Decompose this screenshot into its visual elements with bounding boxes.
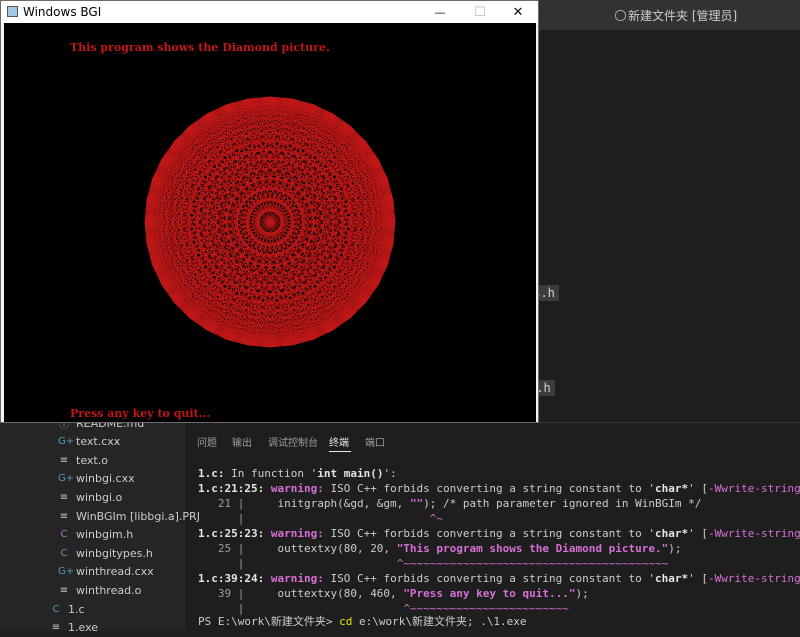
explorer-item[interactable]: ≡ winthread.o (58, 581, 142, 599)
explorer-item[interactable]: C 1.c (50, 600, 85, 618)
explorer-item-label: winbgitypes.h (76, 546, 153, 560)
cpp-icon: G+ (58, 473, 75, 485)
tab-debug-console[interactable]: 调试控制台 (268, 434, 318, 449)
terminal-prompt-line[interactable]: PS E:\work\新建文件夹> cd e:\work\新建文件夹; .\1.… (198, 614, 527, 629)
explorer-item-label: winbgim.h (76, 528, 134, 542)
terminal-warning-line: 1.c:39:24: warning: ISO C++ forbids conv… (198, 572, 800, 585)
maximize-button[interactable]: ☐ (460, 1, 500, 23)
explorer-item[interactable]: Cwinbgim.h (58, 526, 134, 544)
explorer-item-label: 1.exe (68, 621, 99, 635)
window-title: Windows BGI (23, 5, 102, 19)
bgi-titlebar[interactable]: Windows BGI — ☐ ✕ (1, 1, 538, 23)
folder-icon (615, 10, 626, 21)
explorer-item[interactable]: G+ winthread.cxx (58, 563, 154, 581)
terminal-underline-line: | ^~ (198, 512, 444, 525)
cpp-icon: G+ (58, 436, 75, 448)
tab-terminal[interactable]: 终端 (329, 434, 349, 449)
maximize-icon: ☐ (474, 4, 486, 20)
explorer-item-label: text.o (76, 453, 108, 467)
terminal-warning-line: 1.c:21:25: warning: ISO C++ forbids conv… (198, 482, 800, 495)
diamond-figure (144, 96, 396, 348)
lines-icon: ≡ (59, 454, 69, 466)
c-header-icon: C (60, 529, 68, 541)
close-button[interactable]: ✕ (498, 1, 538, 23)
vscode-window-title: 新建文件夹 [管理员] (615, 7, 737, 24)
c-file-icon: C (52, 603, 60, 615)
terminal-code-line: 25 | outtextxy(80, 20, "This program sho… (198, 542, 682, 555)
explorer-item[interactable]: ≡ text.o (58, 451, 108, 469)
terminal-code-line: 39 | outtextxy(80, 460, "Press any key t… (198, 587, 589, 600)
active-tab-indicator (329, 451, 351, 452)
explorer-item[interactable]: Cwinbgitypes.h (58, 544, 153, 562)
lines-icon: ≡ (51, 622, 61, 634)
bgi-window: Windows BGI — ☐ ✕ This program shows the… (0, 0, 539, 423)
c-header-icon: C (60, 547, 68, 559)
bgi-graphics-canvas[interactable]: This program shows the Diamond picture. … (4, 23, 536, 422)
diamond-lines (144, 96, 396, 348)
minimize-button[interactable]: — (420, 1, 460, 23)
terminal-code-line: 21 | initgraph(&gd, &gm, ""); /* path pa… (198, 497, 702, 510)
cpp-icon: G+ (58, 566, 75, 578)
explorer-item[interactable]: G+ text.cxx (58, 433, 120, 451)
terminal-line: 1.c: In function 'int main()': (198, 467, 397, 480)
close-icon: ✕ (512, 4, 524, 20)
lines-icon: ≡ (59, 584, 69, 596)
explorer-item[interactable]: G+ winbgi.cxx (58, 470, 135, 488)
explorer-item-label: winthread.o (76, 583, 142, 597)
explorer-item-label: 1.c (68, 602, 85, 616)
explorer-item-label: winbgi.cxx (76, 472, 135, 486)
explorer-item-label: winthread.cxx (76, 565, 154, 579)
quit-prompt-text: Press any key to quit... (70, 407, 211, 420)
explorer-item[interactable]: ≡ WinBGIm [libbgi.a].PRJ (58, 507, 200, 525)
tab-problems[interactable]: 问题 (197, 434, 217, 449)
tab-output[interactable]: 输出 (232, 434, 252, 449)
explorer-item[interactable]: ≡ 1.exe (50, 619, 98, 637)
terminal-warning-line: 1.c:25:23: warning: ISO C++ forbids conv… (198, 527, 800, 540)
explorer-item-label: WinBGIm [libbgi.a].PRJ (76, 509, 200, 523)
tab-ports[interactable]: 端口 (365, 434, 385, 449)
lines-icon: ≡ (59, 491, 69, 503)
lines-icon: ≡ (59, 510, 69, 522)
explorer-item-label: text.cxx (76, 435, 121, 449)
minimize-icon: — (434, 5, 446, 19)
app-window-icon (7, 6, 18, 17)
explorer-item[interactable]: ≡ winbgi.o (58, 488, 122, 506)
terminal-underline-line: | ^~~~~~~~~~~~~~~~~~~~~~~~~~~~~~~~~~~~~~… (198, 557, 669, 570)
explorer-item-label: winbgi.o (76, 490, 123, 504)
